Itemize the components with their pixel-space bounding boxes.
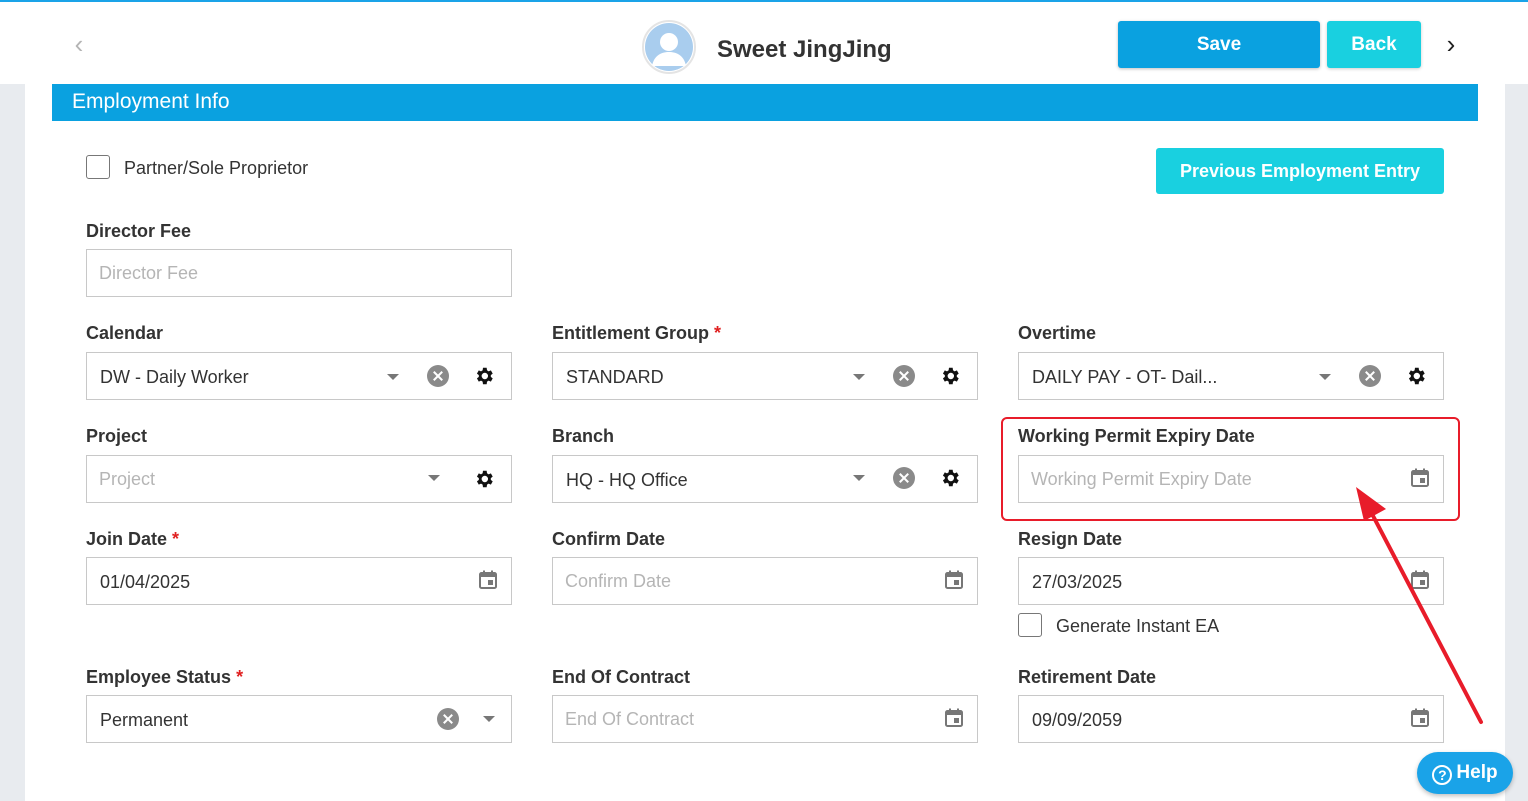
calendar-icon[interactable] — [1410, 708, 1430, 728]
previous-record-icon[interactable]: ‹ — [66, 28, 92, 60]
director-fee-field — [86, 249, 512, 297]
required-mark: * — [714, 323, 722, 343]
chevron-down-icon[interactable] — [1319, 374, 1331, 380]
join-date-field[interactable]: 01/04/2025 — [86, 557, 512, 605]
calendar-icon[interactable] — [944, 570, 964, 590]
join-date-value: 01/04/2025 — [100, 572, 191, 592]
working-permit-expiry-date-input[interactable] — [1019, 456, 1443, 502]
employee-name: Sweet JingJing — [717, 36, 892, 63]
chevron-down-icon[interactable] — [428, 475, 440, 481]
required-mark: * — [172, 529, 180, 549]
end-of-contract-label: End Of Contract — [552, 667, 690, 687]
director-fee-label: Director Fee — [86, 221, 192, 241]
clear-icon[interactable] — [427, 365, 449, 387]
required-mark: * — [236, 667, 244, 687]
end-of-contract-field — [552, 695, 978, 743]
working-permit-expiry-date-label: Working Permit Expiry Date — [1018, 426, 1255, 446]
overtime-label: Overtime — [1018, 323, 1097, 343]
gear-icon[interactable] — [1405, 365, 1427, 387]
entitlement-group-select[interactable]: STANDARD — [552, 352, 978, 400]
calendar-icon[interactable] — [1410, 468, 1430, 488]
branch-value: HQ - HQ Office — [566, 470, 688, 490]
resign-date-field[interactable]: 27/03/2025 — [1018, 557, 1444, 605]
project-input[interactable] — [87, 456, 511, 502]
section-title: Employment Info — [72, 90, 230, 113]
overtime-select[interactable]: DAILY PAY - OT- Dail... — [1018, 352, 1444, 400]
calendar-select[interactable]: DW - Daily Worker — [86, 352, 512, 400]
employee-status-select[interactable]: Permanent — [86, 695, 512, 743]
section-header: Employment Info — [52, 84, 1478, 121]
help-label: Help — [1456, 761, 1498, 783]
resign-date-value: 27/03/2025 — [1032, 572, 1123, 592]
chevron-down-icon[interactable] — [483, 716, 495, 722]
calendar-value: DW - Daily Worker — [100, 367, 249, 387]
gear-icon[interactable] — [939, 365, 961, 387]
project-select[interactable] — [86, 455, 512, 503]
retirement-date-label: Retirement Date — [1018, 667, 1157, 687]
generate-instant-ea-checkbox[interactable] — [1018, 613, 1042, 637]
confirm-date-label: Confirm Date — [552, 529, 666, 549]
chevron-down-icon[interactable] — [853, 374, 865, 380]
gear-icon[interactable] — [473, 468, 495, 490]
partner-sole-proprietor-checkbox[interactable] — [86, 155, 110, 179]
join-date-label: Join Date * — [86, 529, 180, 549]
retirement-date-field[interactable]: 09/09/2059 — [1018, 695, 1444, 743]
entitlement-group-value: STANDARD — [566, 367, 664, 387]
clear-icon[interactable] — [893, 467, 915, 489]
resign-date-label: Resign Date — [1018, 529, 1123, 549]
chevron-down-icon[interactable] — [387, 374, 399, 380]
generate-instant-ea-label: Generate Instant EA — [1056, 616, 1220, 636]
clear-icon[interactable] — [437, 708, 459, 730]
next-record-icon[interactable]: › — [1438, 28, 1464, 60]
project-label: Project — [86, 426, 148, 446]
help-button[interactable]: ? Help — [1417, 752, 1513, 794]
avatar — [642, 20, 696, 74]
director-fee-input[interactable] — [87, 250, 511, 296]
chevron-down-icon[interactable] — [853, 475, 865, 481]
confirm-date-field — [552, 557, 978, 605]
gear-icon[interactable] — [939, 467, 961, 489]
branch-select[interactable]: HQ - HQ Office — [552, 455, 978, 503]
save-button[interactable]: Save — [1118, 21, 1320, 68]
calendar-label: Calendar — [86, 323, 164, 343]
employee-status-value: Permanent — [100, 710, 189, 730]
calendar-icon[interactable] — [478, 570, 498, 590]
clear-icon[interactable] — [1359, 365, 1381, 387]
working-permit-expiry-date-field — [1018, 455, 1444, 503]
end-of-contract-input[interactable] — [553, 696, 977, 742]
employee-status-label: Employee Status * — [86, 667, 244, 687]
partner-sole-proprietor-label: Partner/Sole Proprietor — [124, 158, 309, 178]
back-button[interactable]: Back — [1327, 21, 1421, 68]
branch-label: Branch — [552, 426, 615, 446]
entitlement-group-label: Entitlement Group * — [552, 323, 722, 343]
calendar-icon[interactable] — [1410, 570, 1430, 590]
overtime-value: DAILY PAY - OT- Dail... — [1032, 367, 1218, 387]
confirm-date-input[interactable] — [553, 558, 977, 604]
previous-employment-entry-button[interactable]: Previous Employment Entry — [1156, 148, 1444, 194]
avatar-placeholder-icon — [645, 23, 693, 71]
help-icon: ? — [1432, 764, 1453, 785]
top-header: ‹ Sweet JingJing Save Back › — [0, 0, 1528, 84]
calendar-icon[interactable] — [944, 708, 964, 728]
retirement-date-value: 09/09/2059 — [1032, 710, 1123, 730]
clear-icon[interactable] — [893, 365, 915, 387]
gear-icon[interactable] — [473, 365, 495, 387]
